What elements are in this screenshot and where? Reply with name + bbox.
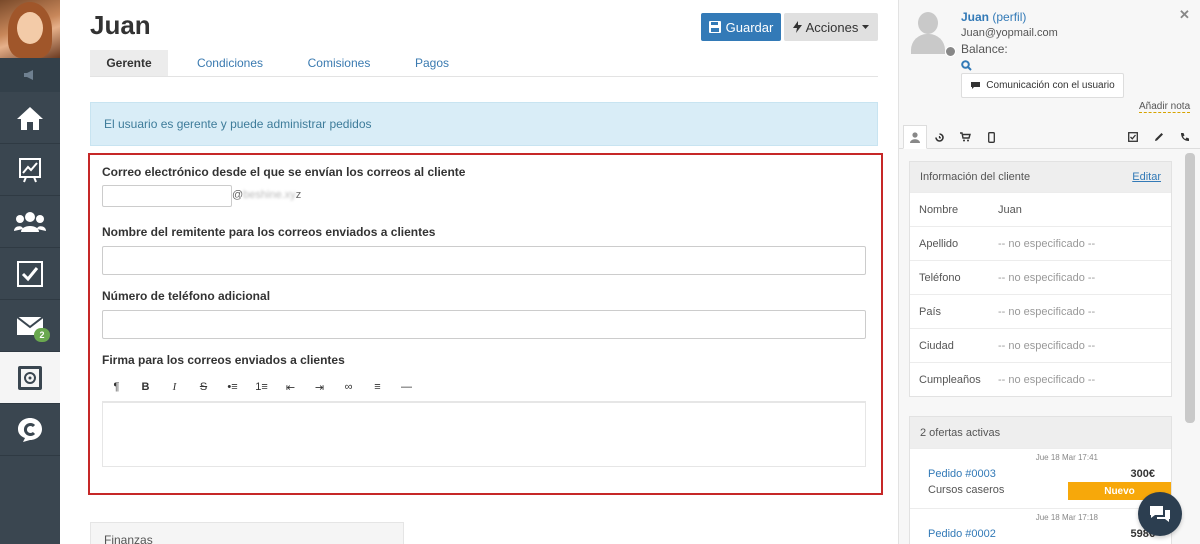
info-row: Ciudad -- no especificado --	[910, 328, 1171, 362]
info-alert: El usuario es gerente y puede administra…	[90, 102, 878, 146]
email-label: Correo electrónico desde el que se envía…	[102, 165, 466, 179]
tab-condiciones[interactable]: Condiciones	[190, 50, 270, 76]
client-info-card: Información del cliente Editar Nombre Jua…	[909, 161, 1172, 397]
chat-brand-icon[interactable]	[0, 404, 60, 456]
add-note-link[interactable]: Añadir nota	[1139, 101, 1191, 113]
users-icon[interactable]	[0, 196, 60, 248]
main-content: Juan Guardar Acciones Gerente Condicione…	[60, 0, 898, 544]
info-row: Cumpleaños -- no especificado --	[910, 362, 1171, 396]
chat-bubbles-icon	[1150, 506, 1170, 522]
info-row: Apellido -- no especificado --	[910, 226, 1171, 260]
editor-toolbar: ¶ B I S •≡ 1≡ ⇤ ⇥ ∞ ≡ —	[102, 374, 866, 400]
italic-icon[interactable]: I	[160, 374, 189, 400]
info-row: Nombre Juan	[910, 192, 1171, 226]
paragraph-icon[interactable]: ¶	[102, 374, 131, 400]
offers-card: 2 ofertas activas Jue 18 Mar 17:41 Pedid…	[909, 416, 1172, 544]
email-field[interactable]	[102, 185, 232, 207]
info-row: Teléfono -- no especificado --	[910, 260, 1171, 294]
sender-name-field[interactable]	[102, 246, 866, 275]
numbered-list-icon[interactable]: 1≡	[247, 374, 276, 400]
bold-icon[interactable]: B	[131, 374, 160, 400]
indent-icon[interactable]: ⇥	[305, 374, 334, 400]
signature-editor[interactable]	[102, 401, 866, 467]
client-name[interactable]: Juan (perfil)	[961, 10, 1026, 24]
edit-client-link[interactable]: Editar	[1132, 171, 1161, 183]
user-avatar[interactable]	[0, 0, 60, 58]
signature-label: Firma para los correos enviados a client…	[102, 353, 345, 367]
phone-label: Número de teléfono adicional	[102, 289, 271, 303]
client-balance: Balance:	[961, 42, 1008, 56]
offers-title: 2 ofertas activas	[920, 426, 1001, 439]
app-root: 2 Juan Guardar Acciones Gerente Condicio…	[0, 0, 1200, 544]
actions-dropdown[interactable]: Acciones	[784, 13, 878, 41]
order-link[interactable]: Pedido #0002	[928, 528, 996, 540]
chat-widget-button[interactable]	[1138, 492, 1182, 536]
chart-icon[interactable]	[0, 144, 60, 196]
client-info-title: Información del cliente	[920, 171, 1031, 183]
tasks-icon[interactable]	[0, 248, 60, 300]
client-email: Juan@yopmail.com	[961, 27, 1058, 39]
status-dot	[945, 46, 956, 57]
save-button[interactable]: Guardar	[701, 13, 781, 41]
safe-icon[interactable]	[0, 352, 60, 404]
right-panel-tabs	[899, 125, 1200, 149]
order-item: Jue 18 Mar 17:18 Pedido #0002 598€	[910, 508, 1171, 544]
cart-icon[interactable]	[953, 125, 977, 149]
mobile-icon[interactable]	[979, 125, 1003, 149]
floppy-icon	[708, 21, 721, 33]
left-sidebar: 2	[0, 0, 60, 544]
pencil-icon[interactable]	[1147, 125, 1171, 149]
megaphone-icon[interactable]	[0, 58, 60, 92]
strikethrough-icon[interactable]: S	[189, 374, 218, 400]
communication-button[interactable]: Comunicación con el usuario	[961, 73, 1124, 98]
chat-bubble-icon	[971, 82, 981, 89]
lightning-icon	[792, 21, 802, 33]
order-item: Jue 18 Mar 17:41 Pedido #0003 300€ Curso…	[910, 448, 1171, 508]
finance-section-header: Finanzas	[90, 522, 404, 544]
email-domain: @beshine.xyz	[232, 189, 302, 201]
info-row: País -- no especificado --	[910, 294, 1171, 328]
phone-icon[interactable]	[1173, 125, 1197, 149]
mail-icon[interactable]: 2	[0, 300, 60, 352]
bullet-list-icon[interactable]: •≡	[218, 374, 247, 400]
history-icon[interactable]	[927, 125, 951, 149]
right-panel: ✕ Juan (perfil) Juan@yopmail.com Balance…	[898, 0, 1200, 544]
tab-bar: Gerente Condiciones Comisiones Pagos	[90, 50, 878, 77]
user-icon[interactable]	[903, 125, 927, 149]
client-avatar	[909, 12, 947, 54]
sender-label: Nombre del remitente para los correos en…	[102, 225, 436, 239]
tab-pagos[interactable]: Pagos	[408, 50, 456, 76]
panel-scrollbar[interactable]	[1185, 153, 1195, 423]
home-icon[interactable]	[0, 92, 60, 144]
checkbox-icon[interactable]	[1121, 125, 1145, 149]
horizontal-rule-icon[interactable]: —	[392, 374, 421, 400]
link-icon[interactable]: ∞	[334, 374, 363, 400]
order-link[interactable]: Pedido #0003	[928, 468, 996, 480]
close-icon[interactable]: ✕	[1179, 7, 1190, 23]
outdent-icon[interactable]: ⇤	[276, 374, 305, 400]
phone-field[interactable]	[102, 310, 866, 339]
tab-comisiones[interactable]: Comisiones	[300, 50, 378, 76]
mail-badge: 2	[34, 328, 50, 342]
caret-down-icon	[862, 25, 870, 29]
tab-gerente[interactable]: Gerente	[90, 50, 168, 76]
page-title: Juan	[90, 10, 151, 40]
align-icon[interactable]: ≡	[363, 374, 392, 400]
